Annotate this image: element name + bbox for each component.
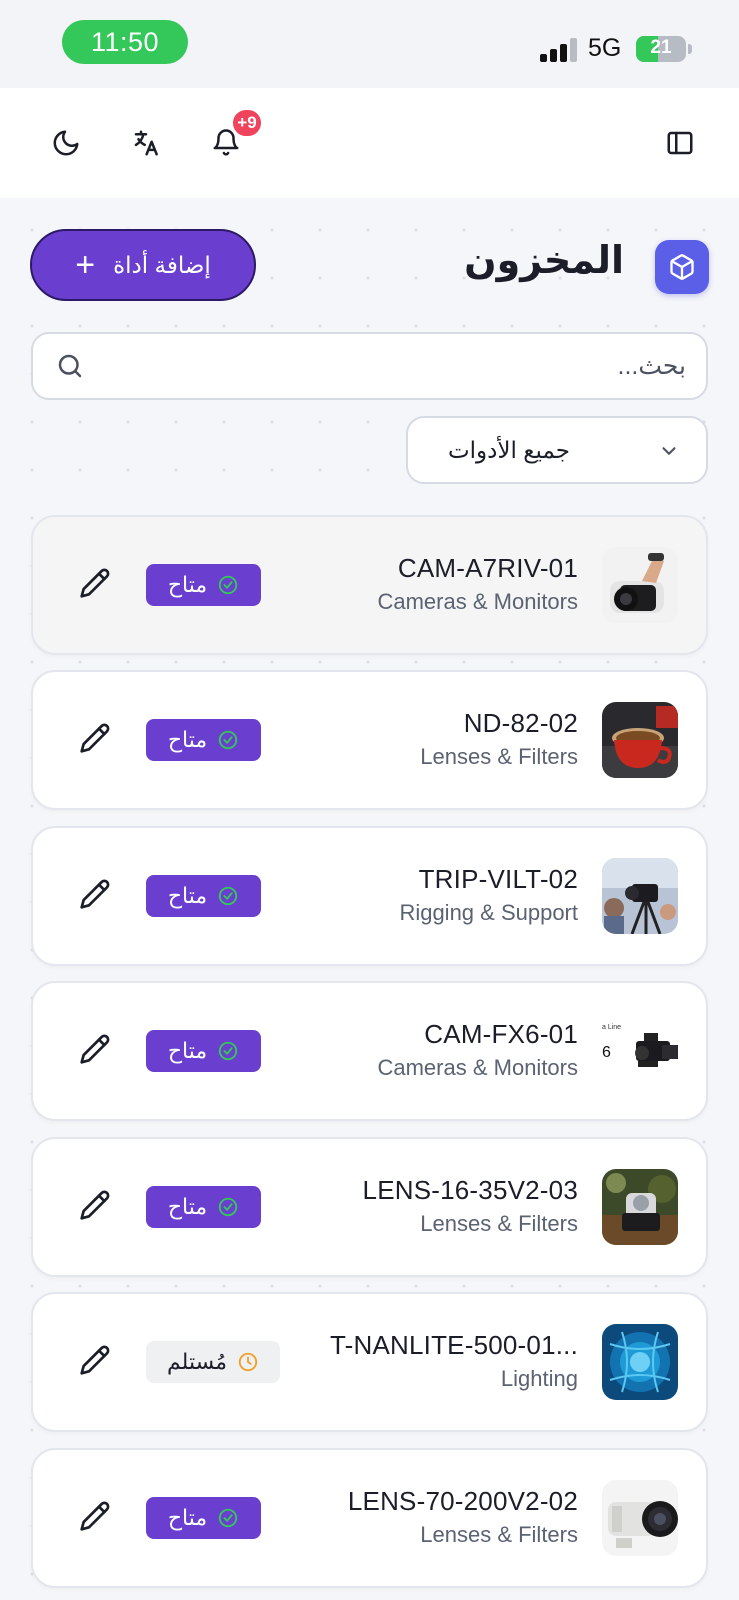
- inventory-card[interactable]: LENS-16-35V2-03 Lenses & Filters متاح: [31, 1137, 708, 1277]
- item-thumbnail: [602, 547, 678, 623]
- status-badge: متاح: [146, 564, 261, 606]
- item-category: Cameras & Monitors: [377, 1055, 578, 1080]
- item-code: CAM-FX6-01: [424, 1019, 578, 1049]
- item-category: Lenses & Filters: [420, 1522, 578, 1547]
- moon-icon: [53, 130, 79, 156]
- check-circle-icon: [219, 575, 238, 595]
- status-label: متاح: [167, 572, 208, 597]
- top-bar: [0, 88, 739, 198]
- search-box: [31, 332, 708, 400]
- item-code: TRIP-VILT-02: [418, 864, 578, 894]
- pencil-icon: [80, 568, 110, 598]
- pencil-icon: [80, 879, 110, 909]
- item-code: T-NANLITE-500-01...: [330, 1330, 578, 1360]
- status-label: متاح: [167, 1194, 208, 1219]
- item-category: Lenses & Filters: [420, 744, 578, 769]
- status-label: متاح: [167, 883, 208, 908]
- status-badge: متاح: [146, 1497, 261, 1539]
- notification-count-badge: +9: [231, 108, 263, 138]
- inventory-card[interactable]: 6 a Line CAM-FX6-01 Cameras & Monitors مت…: [31, 981, 708, 1121]
- item-thumbnail: [602, 1480, 678, 1556]
- add-tool-label: إضافة أداة: [113, 251, 211, 278]
- item-code: LENS-70-200V2-02: [347, 1486, 578, 1516]
- battery-cap: [688, 44, 692, 54]
- pencil-icon: [80, 1345, 110, 1375]
- check-circle-icon: [219, 1508, 238, 1528]
- edit-button[interactable]: [79, 1189, 115, 1225]
- check-circle-icon: [219, 886, 238, 906]
- item-code: ND-82-02: [463, 708, 578, 738]
- edit-button[interactable]: [79, 567, 115, 603]
- item-category: Lighting: [500, 1366, 578, 1391]
- pencil-icon: [80, 1034, 110, 1064]
- edit-button[interactable]: [79, 722, 115, 758]
- svg-text:6: 6: [602, 1044, 611, 1061]
- edit-button[interactable]: [79, 878, 115, 914]
- edit-button[interactable]: [79, 1033, 115, 1069]
- item-thumbnail: [602, 702, 678, 778]
- item-thumbnail: 6 a Line: [602, 1013, 678, 1089]
- filter-selected-value: جميع الأدوات: [448, 437, 570, 463]
- item-category: Lenses & Filters: [420, 1211, 578, 1236]
- check-circle-icon: [219, 1197, 238, 1217]
- search-input[interactable]: [103, 334, 686, 398]
- edit-button[interactable]: [79, 1500, 115, 1536]
- chevron-down-icon: [662, 447, 676, 455]
- battery-icon: 21: [636, 36, 686, 62]
- inventory-badge: [655, 240, 709, 294]
- inventory-card[interactable]: ND-82-02 Lenses & Filters متاح: [31, 670, 708, 810]
- status-badge: متاح: [146, 719, 261, 761]
- language-button[interactable]: [122, 119, 170, 167]
- inventory-card[interactable]: TRIP-VILT-02 Rigging & Support متاح: [31, 826, 708, 966]
- network-type: 5G: [588, 34, 622, 62]
- item-code: CAM-A7RIV-01: [397, 553, 578, 583]
- category-filter-select[interactable]: جميع الأدوات: [406, 416, 708, 484]
- status-bar: 11:50 5G 21: [0, 0, 739, 88]
- item-category: Cameras & Monitors: [377, 589, 578, 614]
- item-thumbnail: [602, 1324, 678, 1400]
- inventory-card[interactable]: LENS-70-200V2-02 Lenses & Filters متاح: [31, 1448, 708, 1588]
- check-circle-icon: [219, 730, 238, 750]
- dark-mode-toggle[interactable]: [42, 119, 90, 167]
- status-badge: متاح: [146, 1030, 261, 1072]
- status-badge: متاح: [146, 1186, 261, 1228]
- page-title: المخزون: [464, 240, 624, 282]
- inventory-card[interactable]: CAM-A7RIV-01 Cameras & Monitors متاح: [31, 515, 708, 655]
- item-code: LENS-16-35V2-03: [362, 1175, 578, 1205]
- signal-icon: [540, 38, 578, 62]
- add-tool-button[interactable]: إضافة أداة +: [30, 229, 256, 301]
- status-badge: متاح: [146, 875, 261, 917]
- status-badge: مُستلم: [146, 1341, 280, 1383]
- item-thumbnail: [602, 1169, 678, 1245]
- inventory-card[interactable]: T-NANLITE-500-01... Lighting مُستلم: [31, 1292, 708, 1432]
- pencil-icon: [80, 1501, 110, 1531]
- status-label: متاح: [167, 1505, 208, 1530]
- sidebar-toggle-button[interactable]: [656, 119, 704, 167]
- clock-icon: [238, 1352, 258, 1372]
- status-label: متاح: [167, 727, 208, 752]
- edit-button[interactable]: [79, 1344, 115, 1380]
- translate-icon: [134, 130, 158, 156]
- status-label: مُستلم: [167, 1349, 227, 1374]
- sidebar-toggle-icon: [667, 131, 693, 155]
- status-time: 11:50: [62, 20, 188, 64]
- battery-level: 21: [650, 37, 672, 58]
- search-icon: [58, 354, 82, 378]
- status-label: متاح: [167, 1038, 208, 1063]
- pencil-icon: [80, 723, 110, 753]
- item-thumbnail: [602, 858, 678, 934]
- svg-text:a Line: a Line: [602, 1024, 621, 1031]
- pencil-icon: [80, 1190, 110, 1220]
- box-icon: [670, 254, 694, 280]
- check-circle-icon: [219, 1041, 238, 1061]
- plus-icon: +: [75, 246, 96, 284]
- item-category: Rigging & Support: [399, 900, 578, 925]
